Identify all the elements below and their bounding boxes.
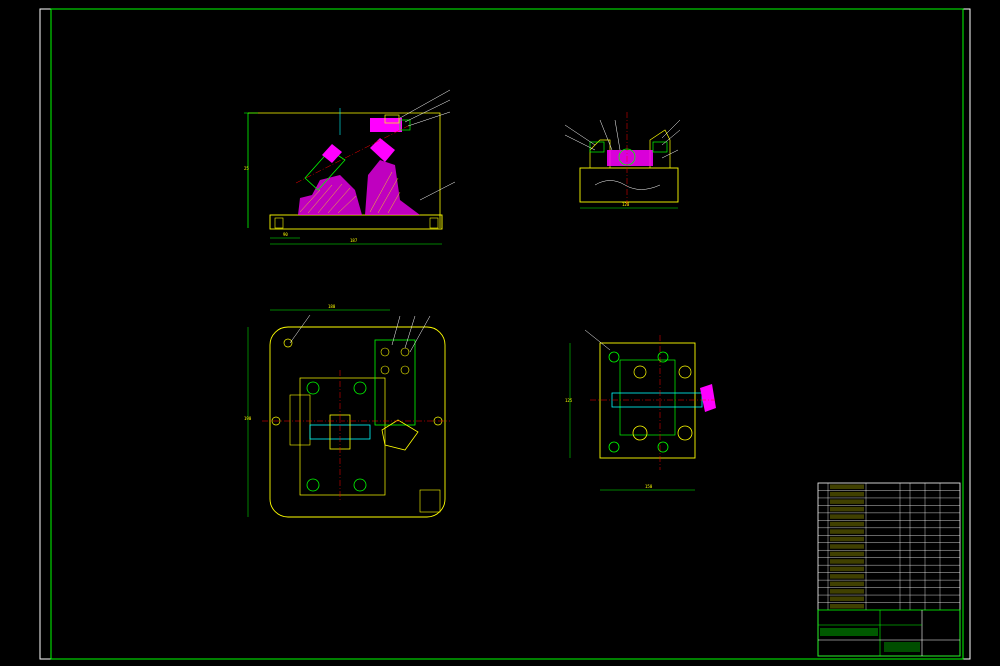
bom-cell-fill	[830, 559, 864, 564]
bom-cell-fill	[830, 589, 864, 594]
right-plan-dim-1: 150	[645, 484, 653, 489]
bom-cell-fill	[830, 604, 864, 609]
bom-cell-fill	[830, 484, 864, 489]
bom-cell-fill	[830, 521, 864, 527]
bom-cell-fill	[830, 536, 864, 542]
front-dim-3: 25	[244, 166, 249, 171]
bom-cell-fill	[830, 491, 864, 497]
front-dim-1: 90	[283, 232, 288, 237]
bom-cell-fill	[830, 574, 864, 579]
plan-dim-2: 190	[244, 416, 252, 421]
bom-cell-fill	[830, 566, 864, 572]
cad-drawing-canvas: 90 187 25 120 180 190 150 125	[0, 0, 1000, 666]
bom-cell-fill	[830, 499, 864, 504]
bom-cell-fill	[830, 551, 864, 557]
bom-cell-fill	[830, 506, 864, 512]
bom-cell-fill	[830, 544, 864, 549]
bom-cell-fill	[830, 514, 864, 519]
side-dim-1: 120	[622, 202, 630, 207]
bom-cell-fill	[830, 581, 864, 587]
bom-cell-fill	[830, 529, 864, 534]
plan-dim-1: 180	[328, 304, 336, 309]
front-dim-2: 187	[350, 238, 358, 243]
right-plan-dim-2: 125	[565, 398, 573, 403]
bom-cell-fill	[830, 596, 864, 602]
